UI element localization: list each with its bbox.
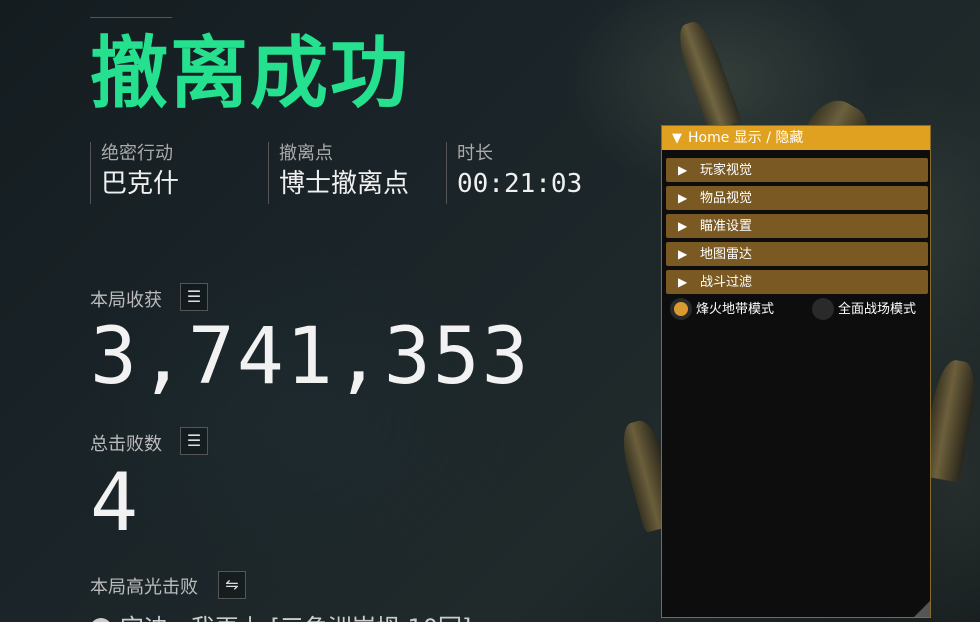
triangle-right-icon: ▶ xyxy=(678,247,688,261)
menu-item-aim-settings[interactable]: ▶ 瞄准设置 xyxy=(666,214,928,238)
highlight-label: 本局高光击败 xyxy=(90,577,198,598)
overlay-window: ▼ Home 显示 / 隐藏 ▶ 玩家视觉 ▶ 物品视觉 ▶ 瞄准设置 ▶ 地图雷达 ▶ 战… xyxy=(661,125,931,618)
highlight-swap-button[interactable]: ⇋ xyxy=(218,571,246,599)
kills-value: 4 xyxy=(90,456,139,549)
income-label: 本局收获 xyxy=(90,290,162,311)
info-value: 00:21:03 xyxy=(457,169,583,199)
info-label: 撤离点 xyxy=(279,143,333,164)
menu-item-map-radar[interactable]: ▶ 地图雷达 xyxy=(666,242,928,266)
bullet-decoration xyxy=(672,17,742,133)
menu-item-label: 地图雷达 xyxy=(700,247,753,262)
page-title: 撤离成功 xyxy=(90,29,411,119)
kills-label: 总击败数 xyxy=(90,434,162,455)
radio-label: 烽火地带模式 xyxy=(696,302,775,317)
menu-item-label: 战斗过滤 xyxy=(700,275,753,290)
menu-item-label: 瞄准设置 xyxy=(700,219,753,234)
triangle-down-icon: ▼ xyxy=(672,131,682,146)
menu-item-combat-filter[interactable]: ▶ 战斗过滤 xyxy=(666,270,928,294)
info-value: 博士撤离点 xyxy=(279,169,410,199)
list-icon: ☰ xyxy=(186,431,202,450)
triangle-right-icon: ▶ xyxy=(678,191,688,205)
info-extract-point: 撤离点 博士撤离点 xyxy=(268,142,438,204)
menu-item-label: 玩家视觉 xyxy=(700,163,753,178)
triangle-right-icon: ▶ xyxy=(678,275,688,289)
radio-mode-warfare[interactable]: 全面战场模式 xyxy=(812,298,928,322)
overlay-title: Home 显示 / 隐藏 xyxy=(688,130,804,146)
resize-handle[interactable] xyxy=(914,601,930,617)
info-value: 巴克什 xyxy=(101,169,180,199)
overlay-header[interactable]: ▼ Home 显示 / 隐藏 xyxy=(662,126,930,150)
info-label: 时长 xyxy=(457,143,493,164)
info-duration: 时长 00:21:03 xyxy=(446,142,616,204)
income-list-button[interactable]: ☰ xyxy=(180,283,208,311)
swap-icon: ⇋ xyxy=(225,575,239,594)
info-label: 绝密行动 xyxy=(101,143,173,164)
radio-mode-firezone[interactable]: 烽火地带模式 xyxy=(670,298,800,322)
radio-button[interactable] xyxy=(812,298,834,320)
highlight-text: 宝迪 · 我再上 [三角洲崩坍 10回] xyxy=(120,614,471,622)
list-icon: ☰ xyxy=(186,287,202,306)
kills-list-button[interactable]: ☰ xyxy=(180,427,208,455)
radio-button[interactable] xyxy=(670,298,692,320)
menu-item-item-esp[interactable]: ▶ 物品视觉 xyxy=(666,186,928,210)
menu-item-label: 物品视觉 xyxy=(700,191,753,206)
mode-selector: 烽火地带模式 全面战场模式 xyxy=(670,298,924,322)
triangle-right-icon: ▶ xyxy=(678,219,688,233)
radio-label: 全面战场模式 xyxy=(838,302,917,317)
highlight-entry: 宝迪 · 我再上 [三角洲崩坍 10回] xyxy=(90,608,471,622)
triangle-right-icon: ▶ xyxy=(678,163,688,177)
menu-item-player-esp[interactable]: ▶ 玩家视觉 xyxy=(666,158,928,182)
top-mini-label xyxy=(90,10,172,18)
avatar xyxy=(90,618,112,622)
info-operation: 绝密行动 巴克什 xyxy=(90,142,260,204)
income-value: 3,741,353 xyxy=(90,312,531,402)
